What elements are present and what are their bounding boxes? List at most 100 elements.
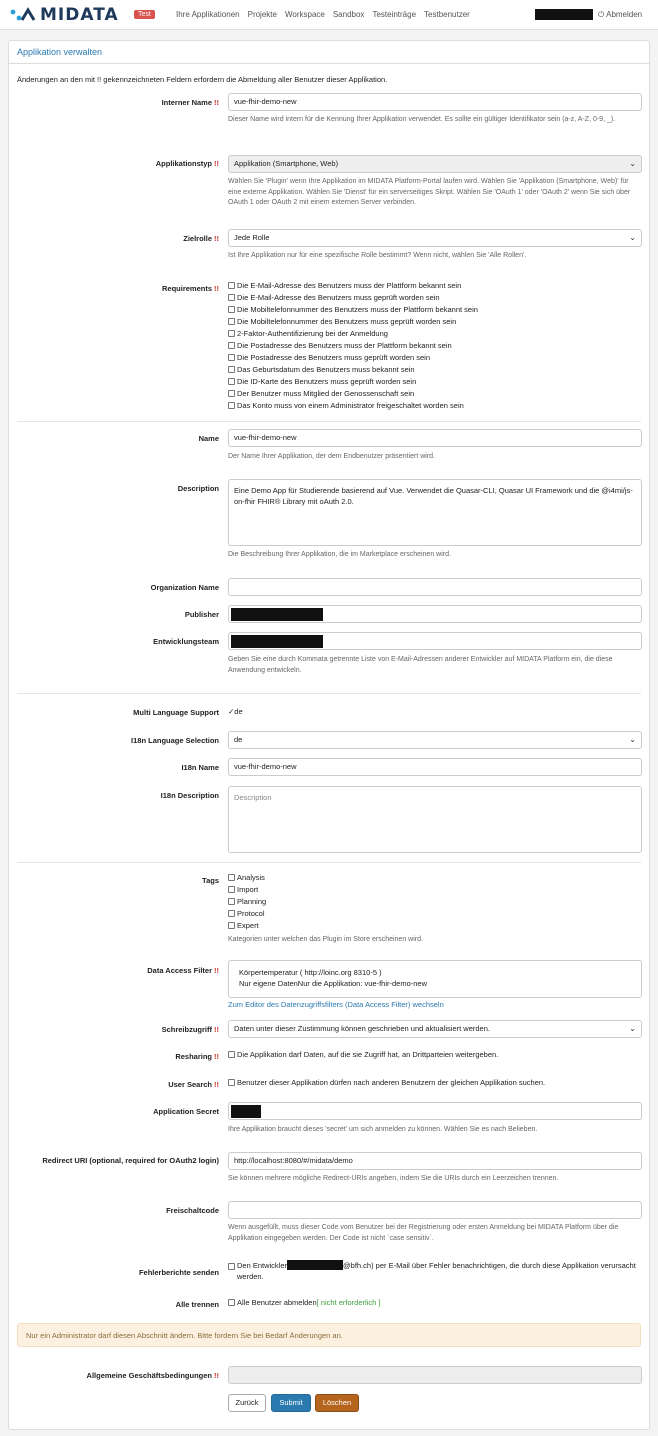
app-type-select[interactable]: Applikation (Smartphone, Web) ⌄: [228, 155, 642, 173]
organization-input[interactable]: [228, 578, 642, 596]
nav-links: Ihre Applikationen Projekte Workspace Sa…: [176, 10, 470, 19]
nav-link-workspace[interactable]: Workspace: [285, 10, 325, 19]
filter-line-1: Körpertemperatur ( http://loinc.org 8310…: [239, 968, 382, 977]
user-name-redacted[interactable]: [535, 9, 593, 20]
dev-team-help: Geben Sie eine durch Kommata getrennte L…: [228, 656, 613, 674]
filter-editor-link[interactable]: Zum Editor des Datenzugriffsfilters (Dat…: [228, 1000, 444, 1009]
checkbox[interactable]: [228, 873, 235, 881]
tag-item[interactable]: Import: [228, 883, 642, 895]
requirement-item[interactable]: Die E-Mail-Adresse des Benutzers muss de…: [228, 279, 642, 291]
redirect-uri-help: Sie können mehrere mögliche Redirect-URI…: [228, 1175, 559, 1182]
nav-link-projects[interactable]: Projekte: [248, 10, 277, 19]
error-reports-label: Fehlerberichte senden: [138, 1268, 219, 1277]
checkbox[interactable]: [228, 401, 235, 409]
checkbox[interactable]: [228, 305, 235, 313]
requirement-item[interactable]: Die Postadresse des Benutzers muss der P…: [228, 339, 642, 351]
back-button[interactable]: Zurück: [228, 1394, 266, 1412]
write-access-select[interactable]: Daten unter dieser Zustimmung können ges…: [228, 1020, 642, 1038]
tags-label: Tags: [202, 876, 219, 885]
nav-link-test-entries[interactable]: Testeinträge: [372, 10, 416, 19]
tags-list: Analysis Import Planning Protocol Expert: [228, 871, 642, 931]
disconnect-all-option[interactable]: Alle Benutzer abmelden[ nicht erforderli…: [228, 1296, 642, 1308]
description-textarea[interactable]: Eine Demo App für Studierende basierend …: [228, 479, 642, 546]
checkbox[interactable]: [228, 329, 235, 337]
app-edit-panel: Applikation verwalten Änderungen an den …: [8, 40, 650, 1430]
multi-language-label: Multi Language Support: [133, 708, 219, 717]
nav-link-applications[interactable]: Ihre Applikationen: [176, 10, 240, 19]
requirement-item[interactable]: Die Mobiltelefonnummer des Benutzers mus…: [228, 303, 642, 315]
resharing-option[interactable]: Die Applikation darf Daten, auf die sie …: [228, 1048, 642, 1060]
checkbox[interactable]: [228, 389, 235, 397]
checkbox[interactable]: [228, 921, 235, 929]
checkbox[interactable]: [228, 897, 235, 905]
tag-item[interactable]: Protocol: [228, 907, 642, 919]
tag-item[interactable]: Planning: [228, 895, 642, 907]
checkbox[interactable]: [228, 1078, 235, 1086]
description-help: Die Beschreibung Ihrer Applikation, die …: [228, 551, 451, 558]
internal-name-input[interactable]: vue-fhir-demo-new: [228, 93, 642, 111]
checkbox[interactable]: [228, 341, 235, 349]
midata-logo-icon: [10, 7, 36, 21]
section-divider: [17, 693, 641, 694]
checkbox[interactable]: [228, 353, 235, 361]
target-role-select[interactable]: Jede Rolle ⌄: [228, 229, 642, 247]
midata-logo[interactable]: MIDATA: [10, 5, 119, 25]
chevron-down-icon: ⌄: [629, 1024, 636, 1033]
multi-language-value: ✓de: [228, 707, 243, 716]
delete-button[interactable]: Löschen: [315, 1394, 359, 1412]
i18n-name-label: I18n Name: [181, 763, 219, 772]
title-divider: [9, 63, 649, 64]
checkbox[interactable]: [228, 909, 235, 917]
publisher-label: Publisher: [184, 610, 219, 619]
checkbox[interactable]: [228, 293, 235, 301]
requirement-item[interactable]: Die Postadresse des Benutzers muss geprü…: [228, 351, 642, 363]
redirect-uri-input[interactable]: http://localhost:8080/#/midata/demo: [228, 1152, 642, 1170]
dev-team-input[interactable]: [228, 632, 642, 650]
checkbox[interactable]: [228, 281, 235, 289]
i18n-language-select[interactable]: de ⌄: [228, 731, 642, 749]
requirement-item[interactable]: Die E-Mail-Adresse des Benutzers muss ge…: [228, 291, 642, 303]
app-secret-input[interactable]: [228, 1102, 642, 1120]
requirement-item[interactable]: Das Geburtsdatum des Benutzers muss beka…: [228, 363, 642, 375]
chevron-down-icon: ⌄: [629, 735, 636, 744]
requirement-item[interactable]: Der Benutzer muss Mitglied der Genossens…: [228, 387, 642, 399]
panel-title: Applikation verwalten: [17, 47, 103, 57]
checkbox[interactable]: [228, 1298, 235, 1306]
unlock-code-label: Freischaltcode: [166, 1206, 219, 1215]
checkbox[interactable]: [228, 377, 235, 385]
name-input[interactable]: vue-fhir-demo-new: [228, 429, 642, 447]
section-divider: [17, 862, 641, 863]
checkbox[interactable]: [228, 365, 235, 373]
submit-button[interactable]: Submit: [271, 1394, 311, 1412]
requirement-item[interactable]: Die ID-Karte des Benutzers muss geprüft …: [228, 375, 642, 387]
nav-link-test-users[interactable]: Testbenutzer: [424, 10, 470, 19]
app-type-help: Wählen Sie 'Plugin' wenn Ihre Applikatio…: [228, 178, 631, 206]
publisher-redacted: [231, 608, 323, 621]
tag-item[interactable]: Expert: [228, 919, 642, 931]
chevron-down-icon: ⌄: [629, 159, 636, 168]
user-search-label: User Search!!: [168, 1080, 219, 1089]
user-search-option[interactable]: Benutzer dieser Applikation dürfen nach …: [228, 1076, 642, 1088]
requirement-item[interactable]: Die Mobiltelefonnummer des Benutzers mus…: [228, 315, 642, 327]
checkbox[interactable]: [228, 1050, 235, 1058]
write-access-label: Schreibzugriff!!: [161, 1025, 219, 1034]
internal-name-label: Interner Name!!: [161, 98, 219, 107]
tag-item[interactable]: Analysis: [228, 871, 642, 883]
requirement-item[interactable]: 2-Faktor-Authentifizierung bei der Anmel…: [228, 327, 642, 339]
requirement-item[interactable]: Das Konto muss von einem Administrator f…: [228, 399, 642, 411]
not-required-note: [ nicht erforderlich ]: [316, 1297, 381, 1307]
test-badge: Test: [134, 10, 155, 19]
checkbox[interactable]: [228, 885, 235, 893]
unlock-code-input[interactable]: [228, 1201, 642, 1219]
error-reports-option[interactable]: Den Entwickler @bfh.ch) per E-Mail über F…: [228, 1260, 642, 1282]
data-access-filter-label: Data Access Filter!!: [147, 966, 219, 975]
app-type-label: Applikationstyp!!: [155, 159, 219, 168]
i18n-name-input[interactable]: vue-fhir-demo-new: [228, 758, 642, 776]
logout-link[interactable]: ⏻ Abmelden: [598, 10, 642, 20]
i18n-description-textarea[interactable]: Description: [228, 786, 642, 853]
checkbox[interactable]: [228, 1263, 235, 1270]
redirect-uri-label: Redirect URI (optional, required for OAu…: [42, 1156, 219, 1165]
publisher-input[interactable]: [228, 605, 642, 623]
checkbox[interactable]: [228, 317, 235, 325]
nav-link-sandbox[interactable]: Sandbox: [333, 10, 365, 19]
